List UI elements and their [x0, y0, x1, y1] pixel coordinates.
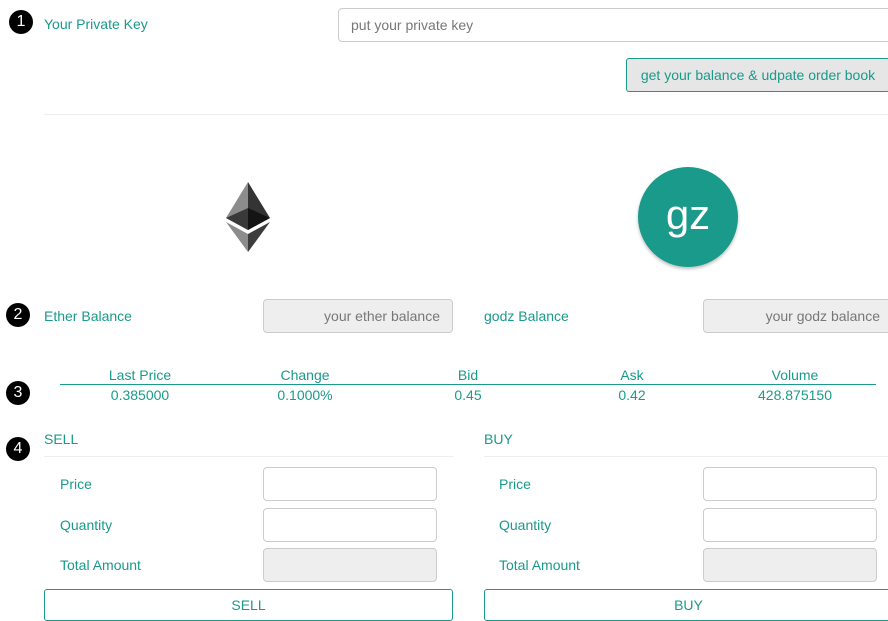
step-3-badge: 3 — [6, 381, 30, 405]
get-balance-button[interactable]: get your balance & udpate order book — [626, 58, 888, 92]
buy-total-field — [703, 548, 877, 582]
buy-title: BUY — [484, 431, 513, 447]
stat-header-ask: Ask — [620, 367, 644, 383]
stats-divider — [60, 384, 876, 385]
stat-header-change: Change — [280, 367, 330, 383]
godz-logo: gz — [638, 167, 738, 267]
sell-divider — [44, 456, 454, 457]
buy-price-label: Price — [499, 476, 531, 492]
buy-quantity-input[interactable] — [703, 508, 877, 542]
ether-balance-label: Ether Balance — [44, 308, 132, 324]
stat-header-bid: Bid — [457, 367, 479, 383]
buy-button[interactable]: BUY — [484, 589, 888, 621]
sell-title: SELL — [44, 431, 79, 447]
sell-button[interactable]: SELL — [44, 589, 453, 621]
sell-quantity-label: Quantity — [60, 517, 113, 533]
stat-value-bid: 0.45 — [454, 387, 482, 403]
buy-divider — [484, 456, 888, 457]
sell-quantity-input[interactable] — [263, 508, 437, 542]
stat-header-volume: Volume — [771, 367, 819, 383]
buy-quantity-label: Quantity — [499, 517, 552, 533]
private-key-input[interactable] — [338, 8, 888, 42]
stat-value-ask: 0.42 — [618, 387, 646, 403]
ethereum-icon — [226, 182, 270, 252]
godz-balance-field — [703, 299, 888, 333]
step-4-badge: 4 — [6, 437, 30, 461]
ether-balance-field — [263, 299, 453, 333]
stat-value-volume: 428.875150 — [758, 387, 832, 403]
stat-value-last-price: 0.385000 — [110, 387, 170, 403]
step-2-badge: 2 — [6, 303, 30, 327]
sell-price-input[interactable] — [263, 467, 437, 501]
step-1-badge: 1 — [9, 10, 33, 34]
stat-header-last-price: Last Price — [108, 367, 172, 383]
buy-total-label: Total Amount — [499, 557, 580, 573]
buy-price-input[interactable] — [703, 467, 877, 501]
sell-price-label: Price — [60, 476, 92, 492]
sell-total-field — [263, 548, 437, 582]
godz-balance-label: godz Balance — [484, 308, 569, 324]
private-key-label: Your Private Key — [44, 16, 148, 32]
sell-total-label: Total Amount — [60, 557, 141, 573]
stat-value-change: 0.1000% — [277, 387, 333, 403]
divider — [44, 114, 888, 115]
